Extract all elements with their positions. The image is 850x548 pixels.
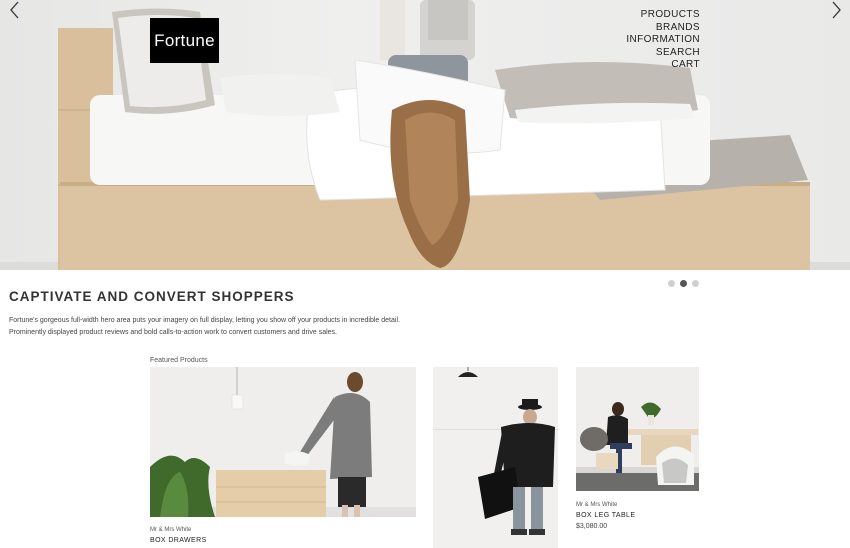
product-card[interactable] [433,367,558,548]
product-card[interactable]: Mr & Mrs White BOX LEG TABLE $3,080.00 [576,367,699,548]
product-card[interactable]: Mr & Mrs White BOX DRAWERS [150,367,416,548]
hero-slideshow[interactable]: Fortune PRODUCTS BRANDS INFORMATION SEAR… [0,0,850,270]
slide-dot-3[interactable] [692,280,699,287]
slide-dot-2[interactable] [680,280,687,287]
featured-products-label: Featured Products [150,357,208,364]
product-price: $3,080.00 [576,523,608,530]
product-image[interactable] [150,367,416,517]
product-name[interactable]: BOX DRAWERS [150,537,207,544]
product-brand: Mr & Mrs White [150,527,192,533]
slide-dot-1[interactable] [668,280,675,287]
nav-cart[interactable]: CART [626,59,700,72]
section-description: Fortune's gorgeous full-width hero area … [9,317,400,336]
nav-information[interactable]: INFORMATION [626,34,700,47]
hero-image [0,0,850,270]
chevron-right-icon[interactable] [829,0,843,20]
nav-products[interactable]: PRODUCTS [626,9,700,22]
nav-brands[interactable]: BRANDS [626,22,700,35]
product-brand: Mr & Mrs White [576,502,618,508]
main-navigation: PRODUCTS BRANDS INFORMATION SEARCH CART [626,9,700,72]
product-image[interactable] [576,367,699,491]
product-name[interactable]: BOX LEG TABLE [576,512,635,519]
chevron-left-icon[interactable] [8,0,22,20]
store-logo[interactable]: Fortune [150,18,219,63]
slide-indicators [668,280,699,287]
nav-search[interactable]: SEARCH [626,47,700,60]
product-image[interactable] [433,367,558,548]
section-heading: CAPTIVATE AND CONVERT SHOPPERS [9,289,295,304]
